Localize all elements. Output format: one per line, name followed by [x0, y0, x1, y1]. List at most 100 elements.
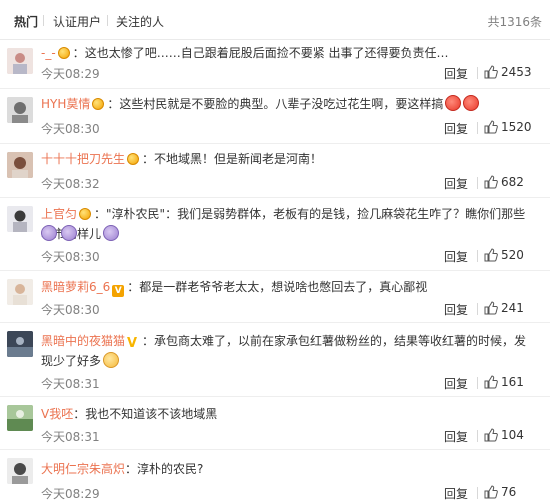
reply-button[interactable]: 回复 [444, 65, 468, 82]
sticker-emoji-icon [103, 225, 120, 241]
divider [0, 88, 550, 89]
vip-badge-icon: V [112, 285, 125, 297]
reply-button[interactable]: 回复 [444, 485, 468, 502]
tab-following[interactable]: 关注的人 [116, 13, 164, 30]
comment-text: 这些村民就是不要脸的典型。八辈子没吃过花生啊，要这样搞 [119, 97, 444, 111]
like-button[interactable]: 520 [484, 248, 536, 264]
like-count: 682 [501, 175, 524, 189]
comment-meta: 今天08:31 回复 161 [41, 375, 536, 391]
thumbs-up-icon [484, 428, 498, 442]
reply-button[interactable]: 回复 [444, 120, 468, 137]
username[interactable]: V我呸 [41, 407, 73, 421]
divider [0, 449, 550, 450]
avatar[interactable] [7, 97, 33, 123]
thumbs-up-icon [484, 375, 498, 389]
comment-time: 今天08:31 [41, 430, 100, 444]
avatar[interactable] [7, 405, 33, 431]
avatar[interactable] [7, 458, 33, 484]
like-button[interactable]: 1520 [484, 120, 536, 136]
thumbs-up-icon [484, 175, 498, 189]
like-button[interactable]: 241 [484, 301, 536, 317]
comment-time: 今天08:30 [41, 122, 100, 136]
comment-time: 今天08:31 [41, 377, 100, 391]
avatar[interactable] [7, 152, 33, 178]
member-badge-icon [92, 98, 105, 110]
comment-meta: 今天08:29 回复 76 [41, 485, 536, 501]
thumbs-up-icon [484, 65, 498, 79]
reply-button[interactable]: 回复 [444, 375, 468, 392]
emoji-row [41, 225, 101, 241]
like-count: 241 [501, 301, 524, 315]
comment-meta: 今天08:32 回复 682 [41, 175, 536, 191]
comment-time: 今天08:30 [41, 250, 100, 264]
member-badge-icon [127, 153, 140, 165]
comment-text: 这也太惨了吧……自己跟着屁股后面捡不要紧 出事了还得要负责任… [84, 46, 449, 60]
divider [0, 322, 550, 323]
thumbs-up-icon [484, 485, 498, 499]
comment-meta: 今天08:29 回复 2453 [41, 65, 536, 81]
like-count: 161 [501, 375, 524, 389]
tab-divider [43, 15, 44, 26]
reply-button[interactable]: 回复 [444, 175, 468, 192]
tab-divider [107, 15, 108, 26]
reply-button[interactable]: 回复 [444, 301, 468, 318]
like-button[interactable]: 76 [484, 485, 536, 501]
avatar[interactable] [7, 48, 33, 74]
comment-total-count: 共1316条 [487, 15, 542, 29]
comment-time: 今天08:29 [41, 67, 100, 81]
like-button[interactable]: 2453 [484, 65, 536, 81]
action-divider [477, 122, 478, 134]
like-count: 520 [501, 248, 524, 262]
comment-body: HYH莫情 ：这些村民就是不要脸的典型。八辈子没吃过花生啊，要这样搞 [41, 94, 536, 114]
like-count: 104 [501, 428, 524, 442]
comment-body: 黑暗萝莉6_6 V ：都是一群老爷爷老太太，想说啥也憋回去了，真心鄙视 [41, 280, 428, 297]
verified-v-icon: V [127, 336, 138, 351]
username[interactable]: 十十十把刀先生 [41, 152, 125, 166]
comment-body: 大明仁宗朱高炽：淳朴的农民? [41, 462, 204, 476]
comment-time: 今天08:32 [41, 177, 100, 191]
avatar[interactable] [7, 279, 33, 305]
tab-hot[interactable]: 热门 [14, 13, 38, 30]
divider [0, 197, 550, 198]
divider [0, 143, 550, 144]
username[interactable]: -_- [41, 46, 56, 60]
comment-meta: 今天08:30 回复 1520 [41, 120, 536, 136]
comment-body: -_- ：这也太惨了吧……自己跟着屁股后面捡不要紧 出事了还得要负责任… [41, 46, 449, 60]
comment-time: 今天08:30 [41, 303, 100, 317]
username[interactable]: HYH莫情 [41, 97, 90, 111]
tab-verified[interactable]: 认证用户 [53, 13, 101, 30]
action-divider [477, 303, 478, 315]
username[interactable]: 大明仁宗朱高炽 [41, 462, 125, 476]
action-divider [477, 250, 478, 262]
like-count: 2453 [501, 65, 532, 79]
member-badge-icon [57, 47, 70, 59]
username[interactable]: 黑暗萝莉6_6 [41, 280, 110, 294]
username[interactable]: 黑暗中的夜猫猫 [41, 334, 125, 348]
comment-meta: 今天08:30 回复 241 [41, 301, 536, 317]
sticker-emoji-icon [61, 225, 77, 241]
like-button[interactable]: 682 [484, 175, 536, 191]
comment-text: 淳朴的农民? [137, 462, 204, 476]
thumbs-up-icon [484, 301, 498, 315]
comment-time: 今天08:29 [41, 487, 100, 501]
comment-text: 我也不知道该不该地域黑 [85, 407, 218, 421]
like-button[interactable]: 161 [484, 375, 536, 391]
comment-meta: 今天08:31 回复 104 [41, 428, 536, 444]
angry-emoji-icon [445, 95, 462, 111]
angry-emoji-icon [463, 95, 480, 111]
divider [0, 270, 550, 271]
divider [0, 396, 550, 397]
avatar[interactable] [7, 331, 33, 357]
comment-text: 都是一群老爷爷老太太，想说啥也憋回去了，真心鄙视 [139, 280, 428, 294]
reply-button[interactable]: 回复 [444, 248, 468, 265]
reply-button[interactable]: 回复 [444, 428, 468, 445]
username[interactable]: 上官匀 [41, 207, 77, 221]
like-count: 76 [501, 485, 517, 499]
action-divider [477, 487, 478, 499]
like-button[interactable]: 104 [484, 428, 536, 444]
action-divider [477, 177, 478, 189]
action-divider [477, 67, 478, 79]
comment-body: 十十十把刀先生 ：不地域黑！但是新闻老是河南！ [41, 152, 323, 166]
action-divider [477, 377, 478, 389]
avatar[interactable] [7, 206, 33, 232]
